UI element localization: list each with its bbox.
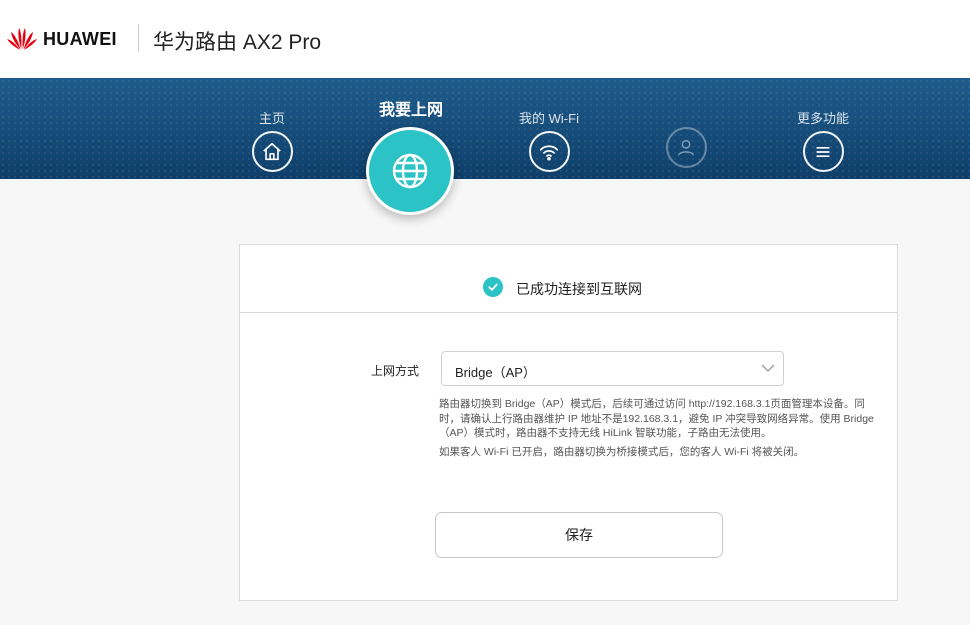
save-button[interactable]: 保存: [435, 512, 723, 558]
nav-more[interactable]: 更多功能: [790, 108, 856, 172]
chevron-down-icon: [761, 364, 775, 372]
nav-home[interactable]: 主页: [248, 108, 296, 172]
user-icon: [677, 139, 695, 156]
nav-internet[interactable]: 我要上网: [366, 96, 456, 120]
top-header: HUAWEI 华为路由 AX2 Pro: [0, 0, 970, 78]
home-icon: [263, 142, 281, 160]
nav-wifi-label: 我的 Wi-Fi: [519, 111, 579, 126]
nav-band: 主页 我要上网 我的 Wi-Fi 更多功能: [0, 78, 970, 179]
nav-more-circle[interactable]: [802, 131, 844, 172]
header-divider: [138, 24, 139, 52]
help-paragraph-1: 路由器切换到 Bridge（AP）模式后，后续可通过访问 http://192.…: [439, 398, 874, 439]
product-title: 华为路由 AX2 Pro: [153, 31, 322, 54]
nav-home-label: 主页: [258, 111, 285, 126]
nav-internet-label: 我要上网: [378, 102, 443, 119]
status-text: 已成功连接到互联网: [516, 281, 642, 297]
nav-internet-circle[interactable]: [366, 127, 454, 215]
nav-wifi-circle[interactable]: [528, 131, 570, 172]
mode-label: 上网方式: [371, 364, 420, 378]
check-circle-icon: [483, 277, 503, 297]
nav-home-circle[interactable]: [251, 131, 293, 172]
globe-icon: [392, 153, 428, 189]
nav-wifi[interactable]: 我的 Wi-Fi: [510, 108, 588, 172]
menu-icon: [816, 146, 830, 157]
help-text: 路由器切换到 Bridge（AP）模式后，后续可通过访问 http://192.…: [439, 397, 884, 459]
help-paragraph-2: 如果客人 Wi-Fi 已开启，路由器切换为桥接模式后，您的客人 Wi-Fi 将被…: [439, 445, 805, 458]
huawei-logo-icon: [7, 28, 37, 50]
nav-more-label: 更多功能: [796, 111, 849, 126]
nav-user-circle[interactable]: [665, 127, 707, 168]
nav-user-label: [664, 108, 708, 123]
brand-name: HUAWEI: [43, 29, 117, 49]
connection-status: 已成功连接到互联网: [240, 245, 897, 313]
mode-select-value: Bridge（AP）: [455, 365, 536, 380]
nav-user[interactable]: [664, 108, 708, 168]
mode-select[interactable]: Bridge（AP）: [441, 351, 784, 386]
settings-card: 已成功连接到互联网 上网方式 Bridge（AP） 路由器切换到 Bridge（…: [239, 244, 898, 601]
wifi-icon: [539, 144, 559, 160]
